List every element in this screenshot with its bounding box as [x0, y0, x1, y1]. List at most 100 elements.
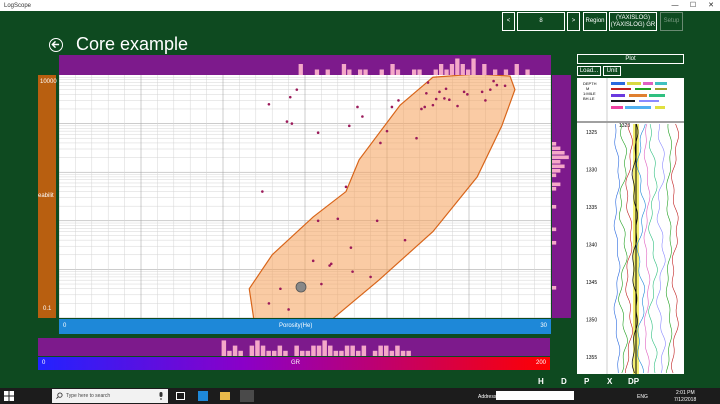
x-histogram-bar: [439, 64, 444, 75]
data-point: [426, 81, 430, 84]
windows-start-icon[interactable]: [4, 391, 14, 401]
crossplot-chart[interactable]: [58, 73, 552, 353]
depth-label: 1340: [586, 243, 597, 249]
data-point: [285, 120, 289, 123]
window-controls: — ☐ ✕: [666, 0, 720, 11]
log-curve: [671, 123, 680, 374]
data-point: [484, 99, 487, 102]
nav-dp-button[interactable]: DP: [628, 377, 639, 386]
x-axis-bar[interactable]: 0 Porosity(He) 30: [59, 319, 551, 334]
data-point: [492, 79, 495, 83]
setup-button[interactable]: Setup: [660, 12, 683, 31]
taskbar: Type here to search Address ENG 2:01 PM …: [0, 388, 720, 404]
y-histogram-bar: [552, 173, 557, 178]
x-histogram-bar: [449, 64, 455, 75]
gr-histogram-bar: [361, 345, 367, 356]
y-axis-label: eabilit: [38, 193, 54, 199]
data-point: [375, 219, 379, 223]
y-histogram-bar: [552, 182, 561, 187]
well-log-panel[interactable]: DEPTH M 1:MILE BH.LE 1323 1325 1330 1335…: [577, 78, 684, 374]
taskbar-search-input[interactable]: Type here to search: [52, 389, 168, 403]
x-histogram-bar: [460, 64, 465, 75]
x-axis-max: 30: [540, 323, 547, 329]
log-curves: [613, 123, 680, 374]
nav-d-button[interactable]: D: [561, 377, 567, 386]
address-label: Address: [478, 394, 497, 400]
y-histogram-bar: [552, 227, 557, 232]
data-point: [349, 246, 353, 249]
x-axis-min: 0: [63, 323, 67, 329]
language-indicator: ENG: [637, 394, 648, 400]
crossplot-area[interactable]: [58, 73, 552, 353]
index-field[interactable]: 8: [517, 12, 565, 31]
log-curve: [656, 123, 666, 374]
y-histogram-bar: [552, 169, 561, 173]
x-histogram-bar: [455, 58, 460, 75]
axis-mode-line1: (YAXISLOG): [616, 14, 650, 21]
y-axis-bar[interactable]: 10000 eabilit 0.1: [38, 75, 57, 318]
data-point: [423, 105, 427, 109]
file-explorer-icon[interactable]: [220, 392, 230, 400]
region-button[interactable]: Region: [583, 12, 607, 31]
task-view-icon[interactable]: [176, 392, 185, 400]
address-input[interactable]: [496, 391, 574, 400]
data-point: [385, 129, 389, 133]
data-point: [444, 87, 448, 91]
data-point: [379, 141, 382, 145]
y-histogram: [552, 142, 569, 290]
data-point: [287, 308, 290, 311]
gr-histogram-bar: [232, 345, 238, 356]
data-point: [267, 302, 271, 305]
depth-label: 1335: [586, 205, 597, 211]
depth-label: 1330: [586, 168, 597, 174]
data-point: [329, 262, 333, 266]
gr-color-bar[interactable]: 0 GR 200: [38, 357, 550, 370]
close-button[interactable]: ✕: [702, 0, 720, 11]
edge-browser-icon[interactable]: [198, 391, 208, 401]
unit-button[interactable]: Unit: [603, 66, 621, 76]
data-point: [288, 95, 292, 99]
gr-min: 0: [42, 360, 46, 366]
data-point: [462, 90, 466, 94]
x-histogram-bar: [390, 64, 395, 75]
load-button[interactable]: Load...: [577, 66, 601, 76]
selection-region: [248, 73, 516, 353]
gr-histogram-bar: [395, 345, 400, 356]
y-histogram-bar: [552, 142, 557, 146]
gr-histogram-bar: [339, 350, 344, 356]
microphone-icon[interactable]: [158, 392, 164, 400]
search-icon: [56, 392, 63, 399]
page-title: Core example: [76, 34, 189, 54]
x-histogram-bar: [514, 64, 519, 75]
gr-histogram-bar: [406, 350, 411, 356]
data-point: [403, 238, 407, 242]
x-histogram-bar: [298, 64, 303, 75]
y-histogram-bar: [552, 151, 565, 155]
title-bar: LogScope — ☐ ✕: [0, 0, 720, 11]
gr-histogram-panel: [38, 338, 550, 356]
gr-label: GR: [291, 360, 300, 366]
gr-histogram-bar: [227, 350, 232, 356]
nav-p-button[interactable]: P: [584, 377, 589, 386]
logscope-app-icon[interactable]: [240, 390, 254, 402]
data-point: [279, 287, 282, 291]
nav-x-button[interactable]: X: [607, 377, 612, 386]
gr-histogram-bar: [272, 350, 277, 356]
maximize-button[interactable]: ☐: [684, 0, 702, 11]
axis-mode-button[interactable]: (YAXISLOG) (YAXISLOG) GR: [609, 12, 657, 31]
x-histogram-bar: [471, 58, 476, 75]
x-histogram-bar: [482, 64, 487, 75]
next-button[interactable]: >: [567, 12, 580, 31]
prev-button[interactable]: <: [502, 12, 515, 31]
data-point: [316, 219, 320, 223]
data-point: [295, 88, 299, 91]
well-log-tracks[interactable]: DEPTH M 1:MILE BH.LE 1323 13251330133513…: [577, 78, 684, 374]
depth-axis: 1325 1330 1335 1340 1345 1350 1355: [586, 130, 597, 361]
y-histogram-panel: [552, 75, 571, 318]
gr-histogram-bar: [311, 345, 316, 356]
back-arrow-icon[interactable]: [49, 38, 63, 52]
minimize-button[interactable]: —: [666, 0, 684, 11]
nav-h-button[interactable]: H: [538, 377, 544, 386]
data-point: [489, 88, 492, 91]
plot-button[interactable]: Plot: [577, 54, 684, 64]
